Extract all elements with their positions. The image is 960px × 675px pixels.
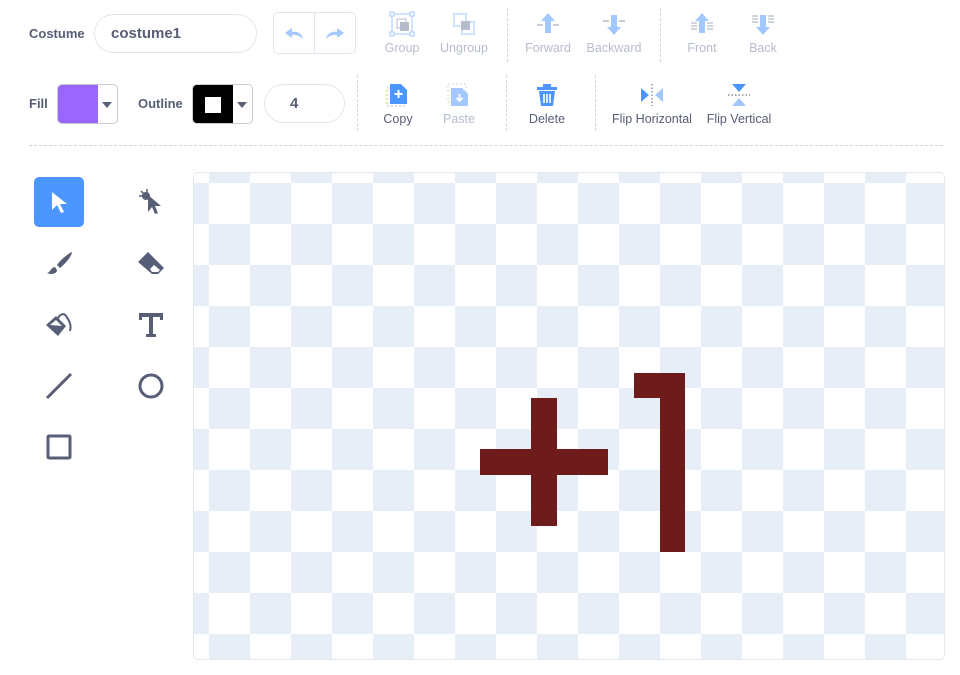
line-icon: [45, 372, 73, 400]
back-button[interactable]: Back: [728, 11, 798, 55]
paste-label: Paste: [443, 112, 475, 126]
toolbar-separator: [29, 145, 943, 146]
outline-width-value: 4: [290, 95, 299, 112]
brush-icon: [47, 252, 72, 274]
reshape-tool[interactable]: [126, 177, 176, 227]
one-shape-flag[interactable]: [634, 373, 685, 398]
front-label: Front: [687, 41, 717, 55]
fill-label: Fill: [29, 96, 48, 111]
divider: [357, 75, 358, 131]
line-tool[interactable]: [34, 361, 84, 411]
ungroup-icon: [453, 13, 475, 35]
plus-shape-horizontal[interactable]: [480, 449, 608, 475]
undo-redo-group: [273, 12, 356, 54]
group-button[interactable]: Group: [367, 11, 437, 55]
divider: [660, 8, 661, 62]
divider: [595, 75, 596, 131]
flip-vertical-icon: [728, 84, 750, 106]
fill-tool[interactable]: [34, 300, 84, 350]
select-arrow-icon: [52, 192, 67, 213]
flip-horizontal-label: Flip Horizontal: [612, 112, 692, 126]
backward-icon: [603, 15, 625, 35]
ungroup-button[interactable]: Ungroup: [429, 11, 499, 55]
paint-bucket-icon: [46, 313, 72, 336]
delete-icon: [537, 84, 557, 106]
flip-horizontal-button[interactable]: Flip Horizontal: [602, 82, 702, 126]
reshape-icon: [139, 189, 161, 214]
outline-label: Outline: [138, 96, 183, 111]
flip-horizontal-icon: [641, 84, 663, 106]
front-icon: [691, 13, 713, 33]
backward-button[interactable]: Backward: [574, 11, 654, 55]
eraser-icon: [138, 252, 164, 274]
copy-button[interactable]: Copy: [363, 82, 433, 126]
copy-label: Copy: [383, 112, 413, 126]
redo-button[interactable]: [315, 13, 355, 53]
brush-tool[interactable]: [34, 239, 84, 289]
costume-name-input[interactable]: costume1: [94, 14, 257, 53]
circle-tool[interactable]: [126, 361, 176, 411]
forward-label: Forward: [525, 41, 571, 55]
group-icon: [389, 11, 415, 37]
rectangle-tool[interactable]: [34, 422, 84, 472]
forward-button[interactable]: Forward: [513, 11, 583, 55]
text-tool[interactable]: [126, 300, 176, 350]
costume-label: Costume: [29, 26, 85, 41]
undo-button[interactable]: [274, 13, 315, 53]
one-shape-stem[interactable]: [660, 373, 685, 552]
copy-icon: [386, 84, 407, 107]
rectangle-icon: [46, 434, 72, 460]
undo-icon: [285, 28, 303, 39]
front-button[interactable]: Front: [667, 11, 737, 55]
group-label: Group: [384, 41, 420, 55]
flip-vertical-button[interactable]: Flip Vertical: [699, 82, 779, 126]
outline-color-picker[interactable]: [192, 84, 253, 124]
chevron-down-icon: [102, 102, 112, 108]
forward-icon: [537, 13, 559, 33]
ungroup-label: Ungroup: [440, 41, 488, 55]
fill-color-swatch: [58, 85, 98, 123]
back-icon: [752, 15, 774, 35]
flip-vertical-label: Flip Vertical: [706, 112, 772, 126]
paint-canvas[interactable]: [193, 172, 945, 660]
divider: [506, 75, 507, 131]
outline-color-swatch: [193, 85, 233, 123]
paste-icon: [447, 83, 468, 106]
back-label: Back: [749, 41, 777, 55]
redo-icon: [326, 28, 344, 39]
costume-name-value: costume1: [111, 25, 182, 42]
delete-button[interactable]: Delete: [512, 82, 582, 126]
circle-icon: [138, 373, 164, 399]
select-tool[interactable]: [34, 177, 84, 227]
text-icon: [139, 313, 163, 337]
fill-color-picker[interactable]: [57, 84, 118, 124]
backward-label: Backward: [586, 41, 642, 55]
eraser-tool[interactable]: [126, 239, 176, 289]
delete-label: Delete: [528, 112, 566, 126]
chevron-down-icon: [237, 102, 247, 108]
outline-width-input[interactable]: 4: [264, 84, 345, 123]
paste-button[interactable]: Paste: [424, 82, 494, 126]
divider: [507, 8, 508, 62]
